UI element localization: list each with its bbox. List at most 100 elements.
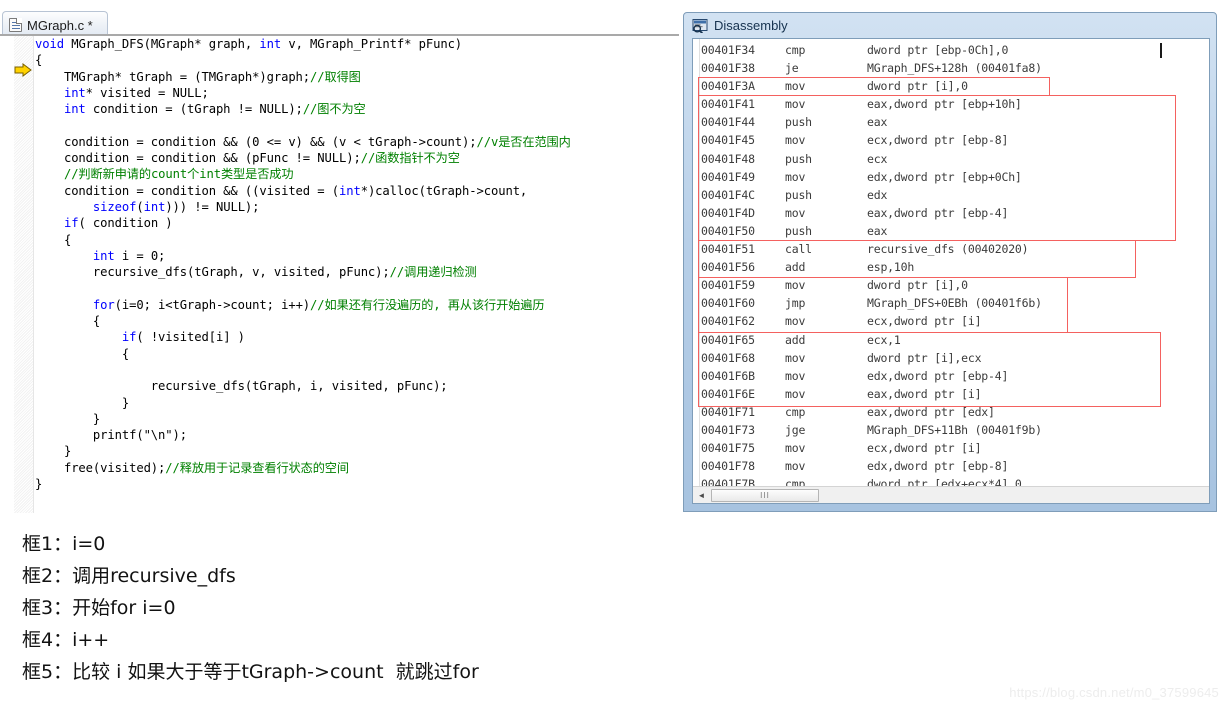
instruction-operands: eax (867, 223, 888, 238)
instruction-mnemonic: call (785, 242, 812, 257)
code-line: condition = condition && ((visited = (in… (35, 183, 679, 199)
code-line: recursive_dfs(tGraph, v, visited, pFunc)… (35, 264, 679, 280)
code-token: ( (136, 199, 144, 214)
code-token: recursive_dfs(tGraph, i, visited, pFunc)… (35, 379, 448, 394)
code-token: { (35, 346, 130, 361)
disassembly-client-area[interactable]: 00401F34 cmp dword ptr [ebp-0Ch],0 00401F38… (692, 38, 1210, 504)
code-token: //如果还有行没遍历的, 再从该行开始遍历 (310, 297, 545, 312)
code-token: MGraph_DFS(MGraph* graph, (71, 37, 260, 51)
code-token: //调用递归检测 (389, 265, 477, 280)
instruction-address: 00401F45 (701, 133, 755, 148)
disassembly-row[interactable]: 00401F68 mov dword ptr [i],ecx (701, 349, 1209, 367)
disassembly-row[interactable]: 00401F50 push eax (701, 222, 1209, 240)
code-line: for(i=0; i<tGraph->count; i++)//如果还有行没遍历… (35, 297, 679, 313)
instruction-operands: ecx (867, 151, 888, 166)
disassembly-row[interactable]: 00401F48 push ecx (701, 150, 1209, 168)
text-caret (1160, 43, 1162, 58)
disassembly-row[interactable]: 00401F78 mov edx,dword ptr [ebp-8] (701, 457, 1209, 475)
instruction-address: 00401F62 (701, 314, 755, 329)
disassembly-horizontal-scrollbar[interactable]: ◄ III (693, 486, 1209, 503)
code-line: condition = condition && (pFunc != NULL)… (35, 150, 679, 166)
source-code-text[interactable]: void MGraph_DFS(MGraph* graph, int v, MG… (35, 36, 679, 513)
disassembly-window: Disassembly 00401F34 cmp dword ptr [ebp-0C… (683, 12, 1217, 512)
code-token: //释放用于记录查看行状态的空间 (165, 460, 349, 475)
code-token: free(visited); (35, 460, 166, 475)
disassembly-row[interactable]: 00401F49 mov edx,dword ptr [ebp+0Ch] (701, 168, 1209, 186)
disassembly-row[interactable]: 00401F4D mov eax,dword ptr [ebp-4] (701, 204, 1209, 222)
instruction-address: 00401F4C (701, 187, 755, 202)
code-line: { (35, 346, 679, 362)
code-token: } (35, 395, 130, 410)
disassembly-row[interactable]: 00401F41 mov eax,dword ptr [ebp+10h] (701, 95, 1209, 113)
disassembly-row[interactable]: 00401F34 cmp dword ptr [ebp-0Ch],0 (701, 41, 1209, 59)
instruction-mnemonic: mov (785, 459, 806, 474)
instruction-address: 00401F65 (701, 332, 755, 347)
disassembly-row[interactable]: 00401F71 cmp eax,dword ptr [edx] (701, 403, 1209, 421)
code-line: void MGraph_DFS(MGraph* graph, int v, MG… (35, 36, 679, 52)
code-token: //判断新申请的count个int类型是否成功 (35, 167, 294, 182)
disassembly-row[interactable]: 00401F65 add ecx,1 (701, 331, 1209, 349)
disassembly-row[interactable]: 00401F6B mov edx,dword ptr [ebp-4] (701, 367, 1209, 385)
code-token: condition = condition && (0 <= v) && (v … (35, 134, 477, 149)
code-line: int condition = (tGraph != NULL);//图不为空 (35, 101, 679, 117)
disassembly-row[interactable]: 00401F45 mov ecx,dword ptr [ebp-8] (701, 131, 1209, 149)
code-token: ( !visited[i] ) (136, 330, 245, 345)
code-token: } (35, 411, 101, 426)
instruction-mnemonic: mov (785, 169, 806, 184)
instruction-operands: dword ptr [i],0 (867, 278, 968, 293)
code-token: for (92, 297, 115, 312)
code-line: sizeof(int))) != NULL); (35, 199, 679, 215)
disassembly-row[interactable]: 00401F60 jmp MGraph_DFS+0EBh (00401f6b) (701, 294, 1209, 312)
disassembly-row[interactable]: 00401F38 je MGraph_DFS+128h (00401fa8) (701, 59, 1209, 77)
disassembly-row[interactable]: 00401F75 mov ecx,dword ptr [i] (701, 439, 1209, 457)
editor-left-pad (0, 36, 14, 513)
disassembly-row[interactable]: 00401F44 push eax (701, 113, 1209, 131)
editor-tab-strip: MGraph.c * (0, 11, 679, 35)
scrollbar-thumb[interactable]: III (711, 489, 819, 502)
code-token: printf("\n"); (35, 428, 187, 443)
code-token: { (35, 232, 72, 247)
instruction-address: 00401F71 (701, 404, 755, 419)
annotation-line: 框5：比较 i 如果大于等于tGraph->count 就跳过for (22, 661, 479, 683)
annotation-line: 框4：i++ (22, 629, 110, 651)
disassembly-row[interactable]: 00401F6E mov eax,dword ptr [i] (701, 385, 1209, 403)
code-token: int (63, 102, 86, 117)
code-token: int (92, 248, 115, 263)
instruction-operands: ecx,dword ptr [i] (867, 314, 982, 329)
disassembly-row[interactable]: 00401F59 mov dword ptr [i],0 (701, 276, 1209, 294)
code-line: int* visited = NULL; (35, 85, 679, 101)
code-token: } (35, 444, 72, 459)
code-token: int (259, 37, 282, 51)
code-token: void (35, 37, 72, 51)
instruction-operands: dword ptr [i],ecx (867, 350, 982, 365)
code-line: TMGraph* tGraph = (TMGraph*)graph;//取得图 (35, 69, 679, 85)
instruction-operands: edx (867, 187, 888, 202)
c-source-file-icon (9, 18, 22, 32)
editor-tab-label: MGraph.c * (27, 17, 93, 33)
code-line: } (35, 476, 679, 492)
scroll-left-arrow-icon[interactable]: ◄ (694, 488, 709, 503)
instruction-mnemonic: add (785, 260, 806, 275)
editor-tab-mgraph-c[interactable]: MGraph.c * (2, 11, 108, 35)
disassembly-row[interactable]: 00401F73 jge MGraph_DFS+11Bh (00401f9b) (701, 421, 1209, 439)
instruction-operands: MGraph_DFS+128h (00401fa8) (867, 61, 1042, 76)
disassembly-row[interactable]: 00401F51 call recursive_dfs (00402020) (701, 240, 1209, 258)
annotation-line: 框3：开始for i=0 (22, 597, 176, 619)
code-token: //函数指针不为空 (360, 151, 460, 166)
instruction-operands: MGraph_DFS+11Bh (00401f9b) (867, 422, 1042, 437)
disassembly-breakpoint-margin[interactable] (693, 39, 700, 487)
disassembly-row[interactable]: 00401F62 mov ecx,dword ptr [i] (701, 312, 1209, 330)
disassembly-row[interactable]: 00401F4C push edx (701, 186, 1209, 204)
disassembly-row[interactable]: 00401F56 add esp,10h (701, 258, 1209, 276)
code-token: condition = (tGraph != NULL); (85, 102, 303, 117)
editor-gutter[interactable] (14, 36, 34, 513)
instruction-operands: dword ptr [ebp-0Ch],0 (867, 43, 1009, 57)
instruction-address: 00401F68 (701, 350, 755, 365)
disassembly-row[interactable]: 00401F3A mov dword ptr [i],0 (701, 77, 1209, 95)
instruction-mnemonic: jmp (785, 296, 806, 311)
current-statement-arrow-icon (14, 63, 32, 77)
